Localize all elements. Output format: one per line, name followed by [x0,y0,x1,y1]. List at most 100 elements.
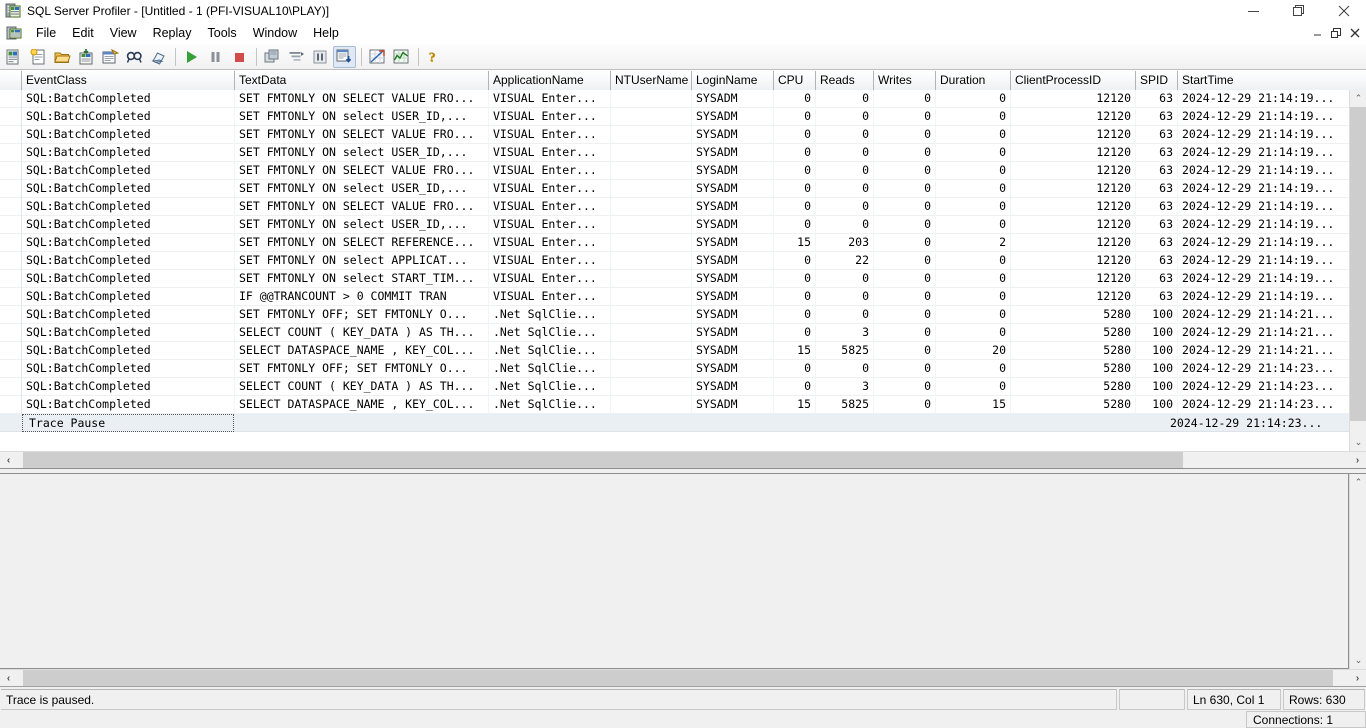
grid-vertical-scrollbar[interactable]: ⌃ ⌄ [1349,90,1366,451]
detail-scroll-up-button[interactable]: ⌃ [1350,474,1366,491]
status-bar: Trace is paused. Ln 630, Col 1 Rows: 630 [0,686,1366,711]
grid-horizontal-scrollbar[interactable]: ‹ › [0,451,1366,468]
table-row[interactable]: SQL:BatchCompleted SELECT DATASPACE_NAME … [0,396,1349,414]
grid-rows-container[interactable]: SQL:BatchCompleted SET FMTONLY ON SELECT … [0,90,1349,451]
close-button[interactable] [1321,0,1366,22]
auto-scroll-icon[interactable] [333,45,356,68]
detail-horizontal-scrollbar[interactable]: ‹ › [0,669,1366,686]
table-row[interactable]: SQL:BatchCompleted SET FMTONLY ON select … [0,108,1349,126]
mdi-minimize-button[interactable] [1308,24,1326,41]
cell-textdata: SET FMTONLY OFF; SET FMTONLY O... [235,306,489,324]
cell-applicationname: VISUAL Enter... [489,216,611,234]
scroll-up-button[interactable]: ⌃ [1350,90,1366,107]
cell-reads: 22 [816,252,874,270]
menu-window[interactable]: Window [245,23,305,43]
cell-applicationname: VISUAL Enter... [489,108,611,126]
column-header-clientprocessid[interactable]: ClientProcessID [1011,71,1136,90]
column-header-textdata[interactable]: TextData [235,71,489,90]
column-header-loginname[interactable]: LoginName [692,71,774,90]
detail-scroll-left-button[interactable]: ‹ [0,670,17,686]
table-row-selected[interactable]: Trace Pause 2024-12-29 21:14:23... [0,414,1349,432]
cell-textdata: SET FMTONLY ON SELECT VALUE FRO... [235,126,489,144]
cell-applicationname: .Net SqlClie... [489,378,611,396]
cell-duration: 0 [936,306,1011,324]
new-trace-icon[interactable] [3,46,26,68]
table-row[interactable]: SQL:BatchCompleted SET FMTONLY ON SELECT … [0,234,1349,252]
table-row[interactable]: SQL:BatchCompleted SET FMTONLY ON SELECT … [0,198,1349,216]
save-trace-icon[interactable] [75,46,98,68]
menu-replay[interactable]: Replay [145,23,200,43]
status-connections: Connections: 1 [1246,711,1366,728]
column-header-duration[interactable]: Duration [936,71,1011,90]
open-trace-file-icon[interactable] [51,46,74,68]
scroll-right-button[interactable]: › [1349,452,1366,468]
cell-loginname: SYSADM [692,342,774,360]
column-header-reads[interactable]: Reads [816,71,874,90]
horizontal-scroll-thumb[interactable] [23,452,1183,468]
cell-cpu: 0 [774,108,816,126]
detail-scroll-down-button[interactable]: ⌄ [1350,652,1366,669]
column-header-eventclass[interactable]: EventClass [22,71,235,90]
cell-textdata: SET FMTONLY ON select START_TIM... [235,270,489,288]
cell-ntusername [611,108,692,126]
scroll-left-button[interactable]: ‹ [0,452,17,468]
grid-column-headers: EventClass TextData ApplicationName NTUserN… [0,71,1366,90]
stop-trace-icon[interactable] [228,46,251,68]
table-row[interactable]: SQL:BatchCompleted SET FMTONLY OFF; SET … [0,306,1349,324]
scroll-down-button[interactable]: ⌄ [1350,434,1366,451]
menu-view[interactable]: View [102,23,145,43]
column-header-gutter[interactable] [0,71,22,90]
table-row[interactable]: SQL:BatchCompleted SET FMTONLY OFF; SET … [0,360,1349,378]
cell-textdata: SET FMTONLY OFF; SET FMTONLY O... [235,360,489,378]
menu-file[interactable]: File [28,23,64,43]
performance-monitor-icon[interactable] [390,46,413,68]
cell-writes: 0 [874,378,936,396]
clear-trace-window-icon[interactable] [147,46,170,68]
table-row[interactable]: SQL:BatchCompleted SET FMTONLY ON select … [0,180,1349,198]
new-template-icon[interactable] [27,46,50,68]
cell-starttime: 2024-12-29 21:14:23... [1178,396,1349,414]
mdi-restore-button[interactable] [1327,24,1345,41]
table-row[interactable]: SQL:BatchCompleted SELECT COUNT ( KEY_DAT… [0,324,1349,342]
start-replay-icon[interactable] [261,46,284,68]
minimize-button[interactable] [1231,0,1276,22]
cell-eventclass: SQL:BatchCompleted [22,252,235,270]
cell-reads: 0 [816,270,874,288]
step-replay-icon[interactable] [285,46,308,68]
column-header-applicationname[interactable]: ApplicationName [489,71,611,90]
properties-icon[interactable] [99,46,122,68]
menu-tools[interactable]: Tools [200,23,245,43]
table-row[interactable]: SQL:BatchCompleted SET FMTONLY ON select … [0,270,1349,288]
vertical-scroll-thumb[interactable] [1350,107,1366,421]
menu-edit[interactable]: Edit [64,23,102,43]
table-row[interactable]: SQL:BatchCompleted SET FMTONLY ON select … [0,252,1349,270]
toggle-breakpoint-icon[interactable] [309,46,332,68]
database-engine-tuning-advisor-icon[interactable] [366,46,389,68]
table-row[interactable]: SQL:BatchCompleted SET FMTONLY ON SELECT … [0,90,1349,108]
cell-duration: 2 [936,234,1011,252]
detail-horizontal-scroll-thumb[interactable] [23,670,1333,686]
detail-vertical-scrollbar[interactable]: ⌃ ⌄ [1349,474,1366,669]
detail-scroll-right-button[interactable]: › [1349,670,1366,686]
event-detail-text[interactable] [0,474,1349,669]
menu-help[interactable]: Help [305,23,347,43]
column-header-writes[interactable]: Writes [874,71,936,90]
table-row[interactable]: SQL:BatchCompleted SET FMTONLY ON select … [0,216,1349,234]
table-row[interactable]: SQL:BatchCompleted SET FMTONLY ON select … [0,144,1349,162]
column-header-spid[interactable]: SPID [1136,71,1178,90]
column-header-starttime[interactable]: StartTime [1178,71,1366,90]
help-icon[interactable]: ? ? [423,46,446,68]
pause-trace-icon[interactable] [204,46,227,68]
column-header-cpu[interactable]: CPU [774,71,816,90]
table-row[interactable]: SQL:BatchCompleted SET FMTONLY ON SELECT … [0,126,1349,144]
table-row[interactable]: SQL:BatchCompleted IF @@TRANCOUNT > 0 COM… [0,288,1349,306]
table-row[interactable]: SQL:BatchCompleted SELECT DATASPACE_NAME … [0,342,1349,360]
table-row[interactable]: SQL:BatchCompleted SET FMTONLY ON SELECT … [0,162,1349,180]
table-row[interactable]: SQL:BatchCompleted SELECT COUNT ( KEY_DAT… [0,378,1349,396]
mdi-close-button[interactable] [1346,24,1364,41]
cell-loginname: SYSADM [692,396,774,414]
maximize-button[interactable] [1276,0,1321,22]
find-icon[interactable] [123,46,146,68]
start-trace-icon[interactable] [180,46,203,68]
column-header-ntusername[interactable]: NTUserName [611,71,692,90]
